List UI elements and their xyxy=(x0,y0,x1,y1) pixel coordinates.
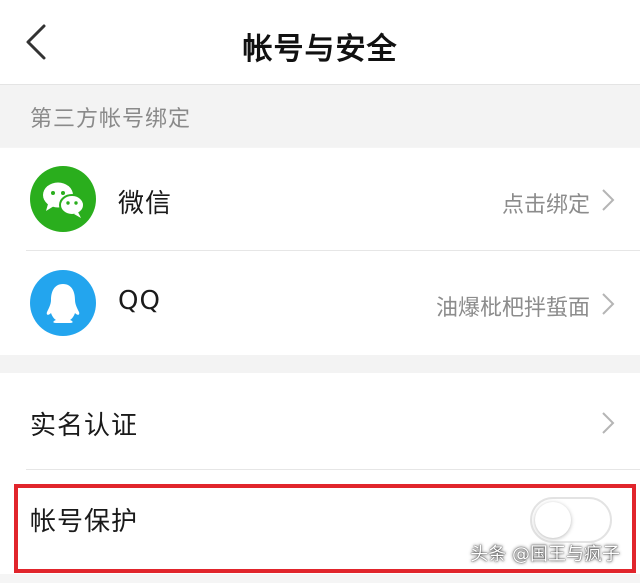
real-name-verification-label: 实名认证 xyxy=(30,411,139,441)
qq-label: QQ xyxy=(118,286,161,316)
qq-account-name: 油爆枇杷拌蜇面 xyxy=(435,296,590,321)
chevron-right-icon xyxy=(602,189,615,211)
page-title: 帐号与安全 xyxy=(242,32,398,67)
wechat-icon xyxy=(30,166,96,232)
section-gap xyxy=(0,355,640,373)
watermark: 头条 @国王与疯子 xyxy=(470,544,620,565)
divider xyxy=(26,469,640,470)
section-header: 第三方帐号绑定 xyxy=(0,85,640,147)
third-party-account-list: 微信 点击绑定 QQ 油爆枇杷拌蜇面 xyxy=(0,148,640,355)
list-item-real-name-verification[interactable]: 实名认证 xyxy=(0,373,640,473)
divider xyxy=(26,250,640,251)
wechat-label: 微信 xyxy=(118,189,173,219)
qq-icon xyxy=(30,270,96,336)
section-header-label: 第三方帐号绑定 xyxy=(30,107,192,132)
list-item-wechat[interactable]: 微信 点击绑定 xyxy=(0,148,640,248)
chevron-right-icon xyxy=(602,293,615,315)
wechat-bind-status: 点击绑定 xyxy=(501,193,590,218)
nav-bar: 帐号与安全 xyxy=(0,0,640,85)
list-item-qq[interactable]: QQ 油爆枇杷拌蜇面 xyxy=(0,252,640,352)
chevron-right-icon xyxy=(602,412,615,434)
